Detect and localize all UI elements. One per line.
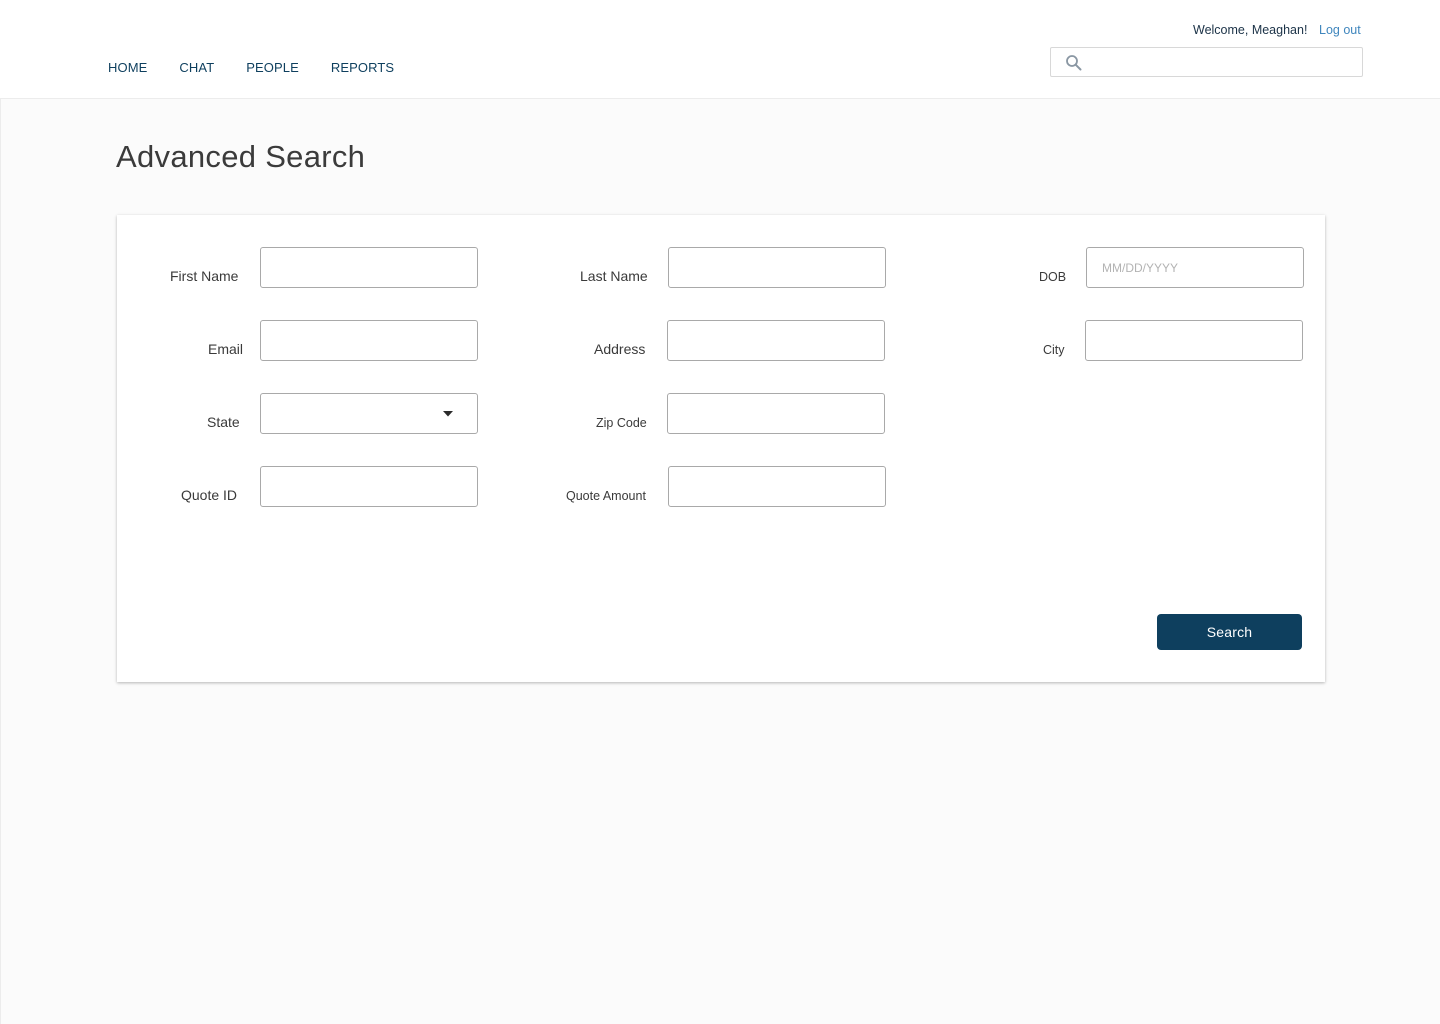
dob-label: DOB <box>1039 270 1067 284</box>
page-left-edge <box>0 99 1 1024</box>
quote-id-label: Quote ID <box>181 487 238 503</box>
city-input[interactable] <box>1085 320 1303 361</box>
global-search-box <box>1050 47 1363 77</box>
first-name-label: First Name <box>170 268 239 284</box>
quote-id-input[interactable] <box>260 466 478 507</box>
welcome-message: Welcome, Meaghan! <box>1193 23 1308 37</box>
main-nav: HOME CHAT PEOPLE REPORTS <box>108 60 394 76</box>
email-input[interactable] <box>260 320 478 361</box>
page-title: Advanced Search <box>116 139 366 174</box>
advanced-search-form: First Name Last Name DOB Email Address C… <box>117 215 1325 682</box>
address-label: Address <box>594 341 646 357</box>
zip-code-label: Zip Code <box>596 416 647 430</box>
last-name-label: Last Name <box>580 268 648 284</box>
dob-input[interactable] <box>1086 247 1304 288</box>
chevron-down-icon <box>443 411 453 417</box>
last-name-input[interactable] <box>668 247 886 288</box>
state-select[interactable] <box>260 393 478 434</box>
address-input[interactable] <box>667 320 885 361</box>
state-label: State <box>207 414 240 430</box>
city-label: City <box>1043 343 1065 357</box>
first-name-input[interactable] <box>260 247 478 288</box>
nav-item-chat[interactable]: CHAT <box>179 60 214 76</box>
nav-item-home[interactable]: HOME <box>108 60 147 76</box>
search-button[interactable]: Search <box>1157 614 1302 650</box>
nav-item-reports[interactable]: REPORTS <box>331 60 394 76</box>
top-header: HOME CHAT PEOPLE REPORTS Welcome, Meagha… <box>0 0 1440 99</box>
search-icon[interactable] <box>1065 54 1083 72</box>
nav-item-people[interactable]: PEOPLE <box>246 60 299 76</box>
email-label: Email <box>208 341 244 357</box>
logout-link[interactable]: Log out <box>1319 22 1361 38</box>
quote-amount-input[interactable] <box>668 466 886 507</box>
zip-code-input[interactable] <box>667 393 885 434</box>
quote-amount-label: Quote Amount <box>566 489 646 503</box>
global-search-input[interactable] <box>1091 52 1353 72</box>
